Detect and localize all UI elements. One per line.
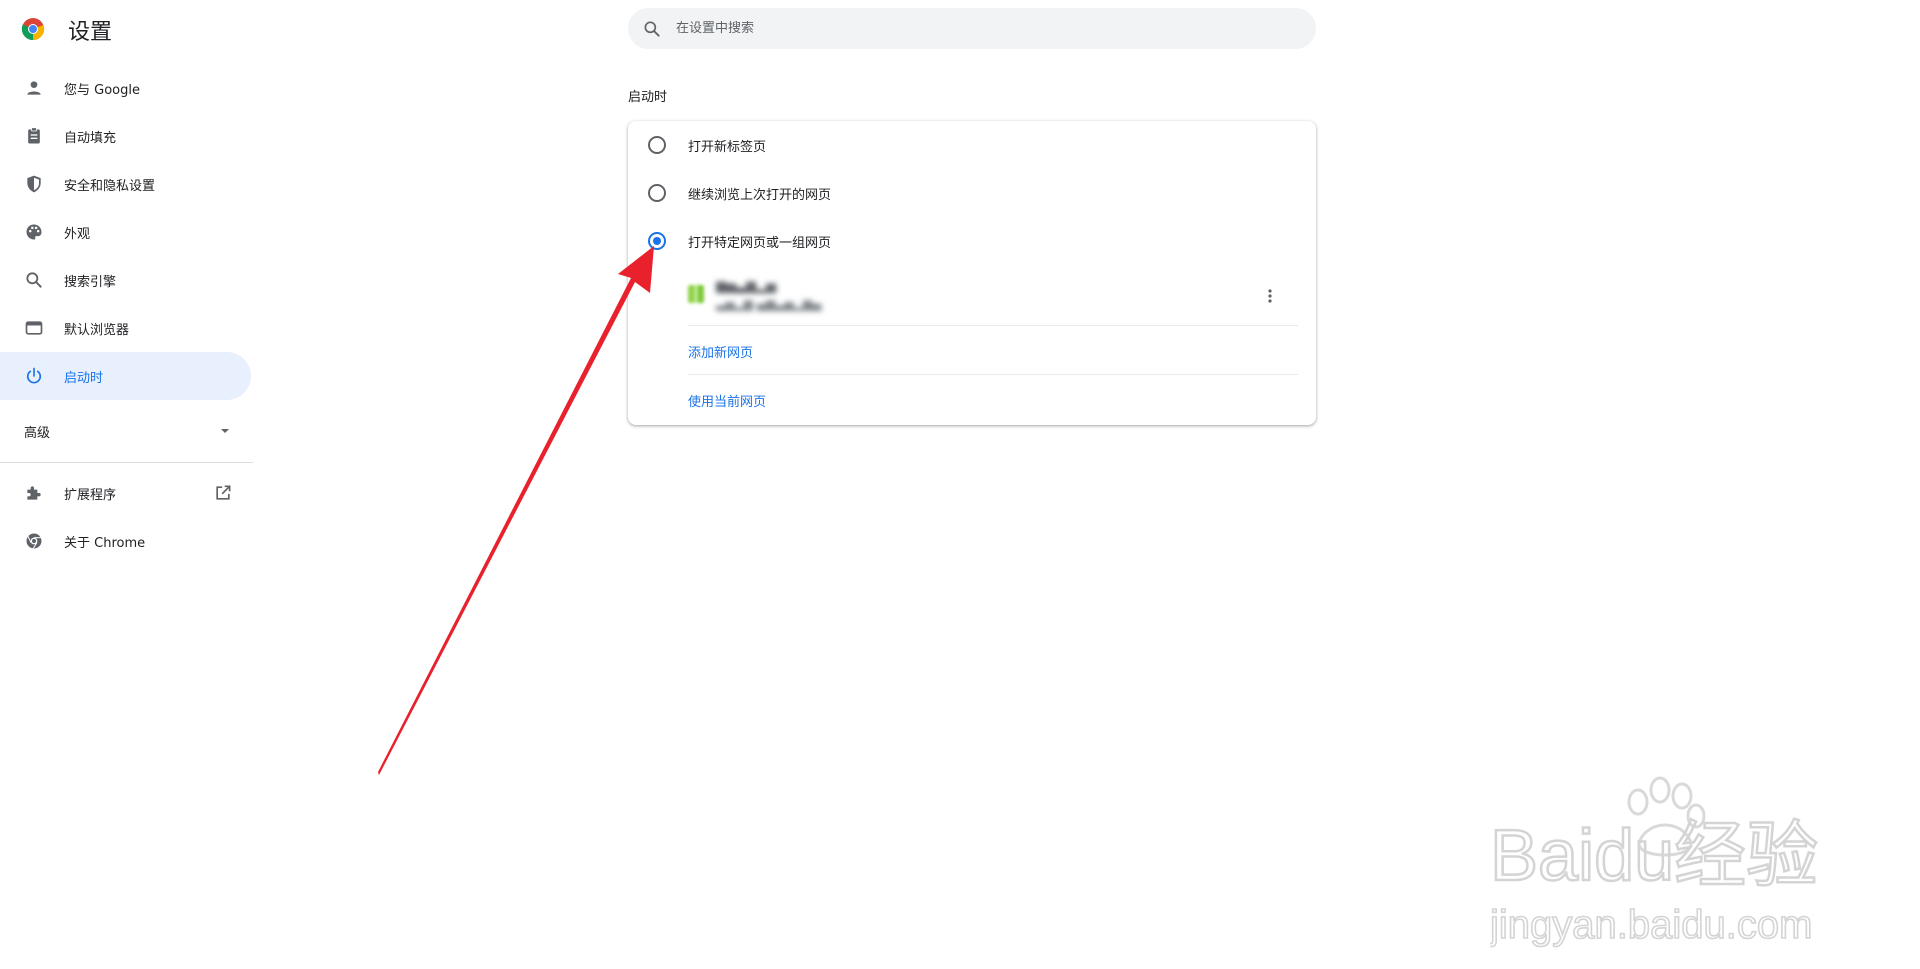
person-icon (27, 81, 41, 95)
caret-down-icon (221, 429, 229, 433)
sidebar-item-label: 搜索引擎 (64, 274, 117, 290)
sidebar: 您与 Google 自动填充 安全和隐私设置 外观 搜索引擎 默认浏览器 启动时… (0, 64, 253, 565)
sidebar-item-label: 外观 (64, 226, 91, 242)
sidebar-item-search-engine[interactable]: 搜索引擎 (0, 256, 251, 304)
open-in-new-icon (216, 485, 231, 500)
site-favicon (688, 285, 704, 303)
chrome-outline-icon (26, 533, 42, 549)
clipboard-icon (28, 127, 40, 144)
sidebar-item-label: 启动时 (64, 370, 104, 386)
radio-open-specific-pages[interactable]: 打开特定网页或一组网页 (628, 217, 1316, 265)
browser-window-icon (25, 321, 43, 335)
site-title-redacted: ▆▅▃▆▂▅ (716, 279, 776, 294)
radio-button[interactable] (648, 136, 666, 154)
section-title-on-startup: 启动时 (628, 90, 668, 105)
sidebar-item-label: 扩展程序 (64, 487, 117, 503)
sidebar-item-label: 安全和隐私设置 (64, 178, 156, 194)
radio-open-new-tab[interactable]: 打开新标签页 (628, 121, 1316, 169)
advanced-label: 高级 (24, 425, 51, 441)
sidebar-item-label: 默认浏览器 (64, 322, 130, 338)
watermark-url: jingyan.baidu.com (1490, 903, 1812, 947)
settings-search-bar[interactable] (628, 8, 1316, 49)
palette-icon (26, 224, 42, 240)
search-icon (644, 21, 660, 37)
sidebar-item-appearance[interactable]: 外观 (0, 208, 251, 256)
sidebar-item-default-browser[interactable]: 默认浏览器 (0, 304, 251, 352)
radio-button[interactable] (648, 184, 666, 202)
sidebar-item-privacy-security[interactable]: 安全和隐私设置 (0, 160, 251, 208)
add-new-page-link[interactable]: 添加新网页 (688, 342, 753, 361)
site-url-redacted: ▃▅▂▆ ▄▆▃▅▂▆▄ (716, 297, 822, 311)
startup-page-entry: ▆▅▃▆▂▅ ▃▅▂▆ ▄▆▃▅▂▆▄ (688, 271, 1298, 326)
chrome-logo-icon (21, 18, 45, 41)
list-divider (688, 325, 1298, 326)
search-icon (26, 272, 42, 288)
sidebar-item-label: 您与 Google (64, 82, 140, 98)
sidebar-item-autofill[interactable]: 自动填充 (0, 112, 251, 160)
radio-label: 打开新标签页 (688, 139, 767, 155)
sidebar-advanced-toggle[interactable]: 高级 (0, 400, 251, 462)
sidebar-item-about-chrome[interactable]: 关于 Chrome (0, 517, 251, 565)
sidebar-item-extensions[interactable]: 扩展程序 (0, 469, 251, 517)
radio-label: 打开特定网页或一组网页 (688, 235, 832, 251)
watermark-brand: Baidu经验 (1490, 816, 1818, 896)
sidebar-item-you-and-google[interactable]: 您与 Google (0, 64, 251, 112)
sidebar-item-label: 关于 Chrome (64, 535, 146, 551)
shield-icon (27, 175, 41, 193)
use-current-pages-link[interactable]: 使用当前网页 (688, 391, 766, 410)
page-title: 设置 (68, 20, 113, 45)
list-divider (688, 374, 1298, 375)
power-icon (26, 367, 42, 384)
sidebar-item-on-startup[interactable]: 启动时 (0, 352, 251, 400)
radio-button-checked[interactable] (648, 232, 666, 250)
sidebar-item-label: 自动填充 (64, 130, 117, 146)
radio-continue-where-left-off[interactable]: 继续浏览上次打开的网页 (628, 169, 1316, 217)
settings-page: 设置 您与 Google 自动填充 (0, 0, 1920, 969)
search-input[interactable] (676, 21, 1276, 36)
radio-label: 继续浏览上次打开的网页 (688, 187, 832, 203)
sidebar-divider (0, 462, 253, 463)
baidu-jingyan-watermark: Baidu经验 jingyan.baidu.com (1490, 776, 1819, 948)
puzzle-icon (27, 486, 41, 500)
more-vert-icon[interactable] (1260, 286, 1280, 306)
startup-options-card: 打开新标签页 继续浏览上次打开的网页 打开特定网页或一组网页 ▆▅▃▆▂▅ ▃▅… (628, 121, 1316, 425)
